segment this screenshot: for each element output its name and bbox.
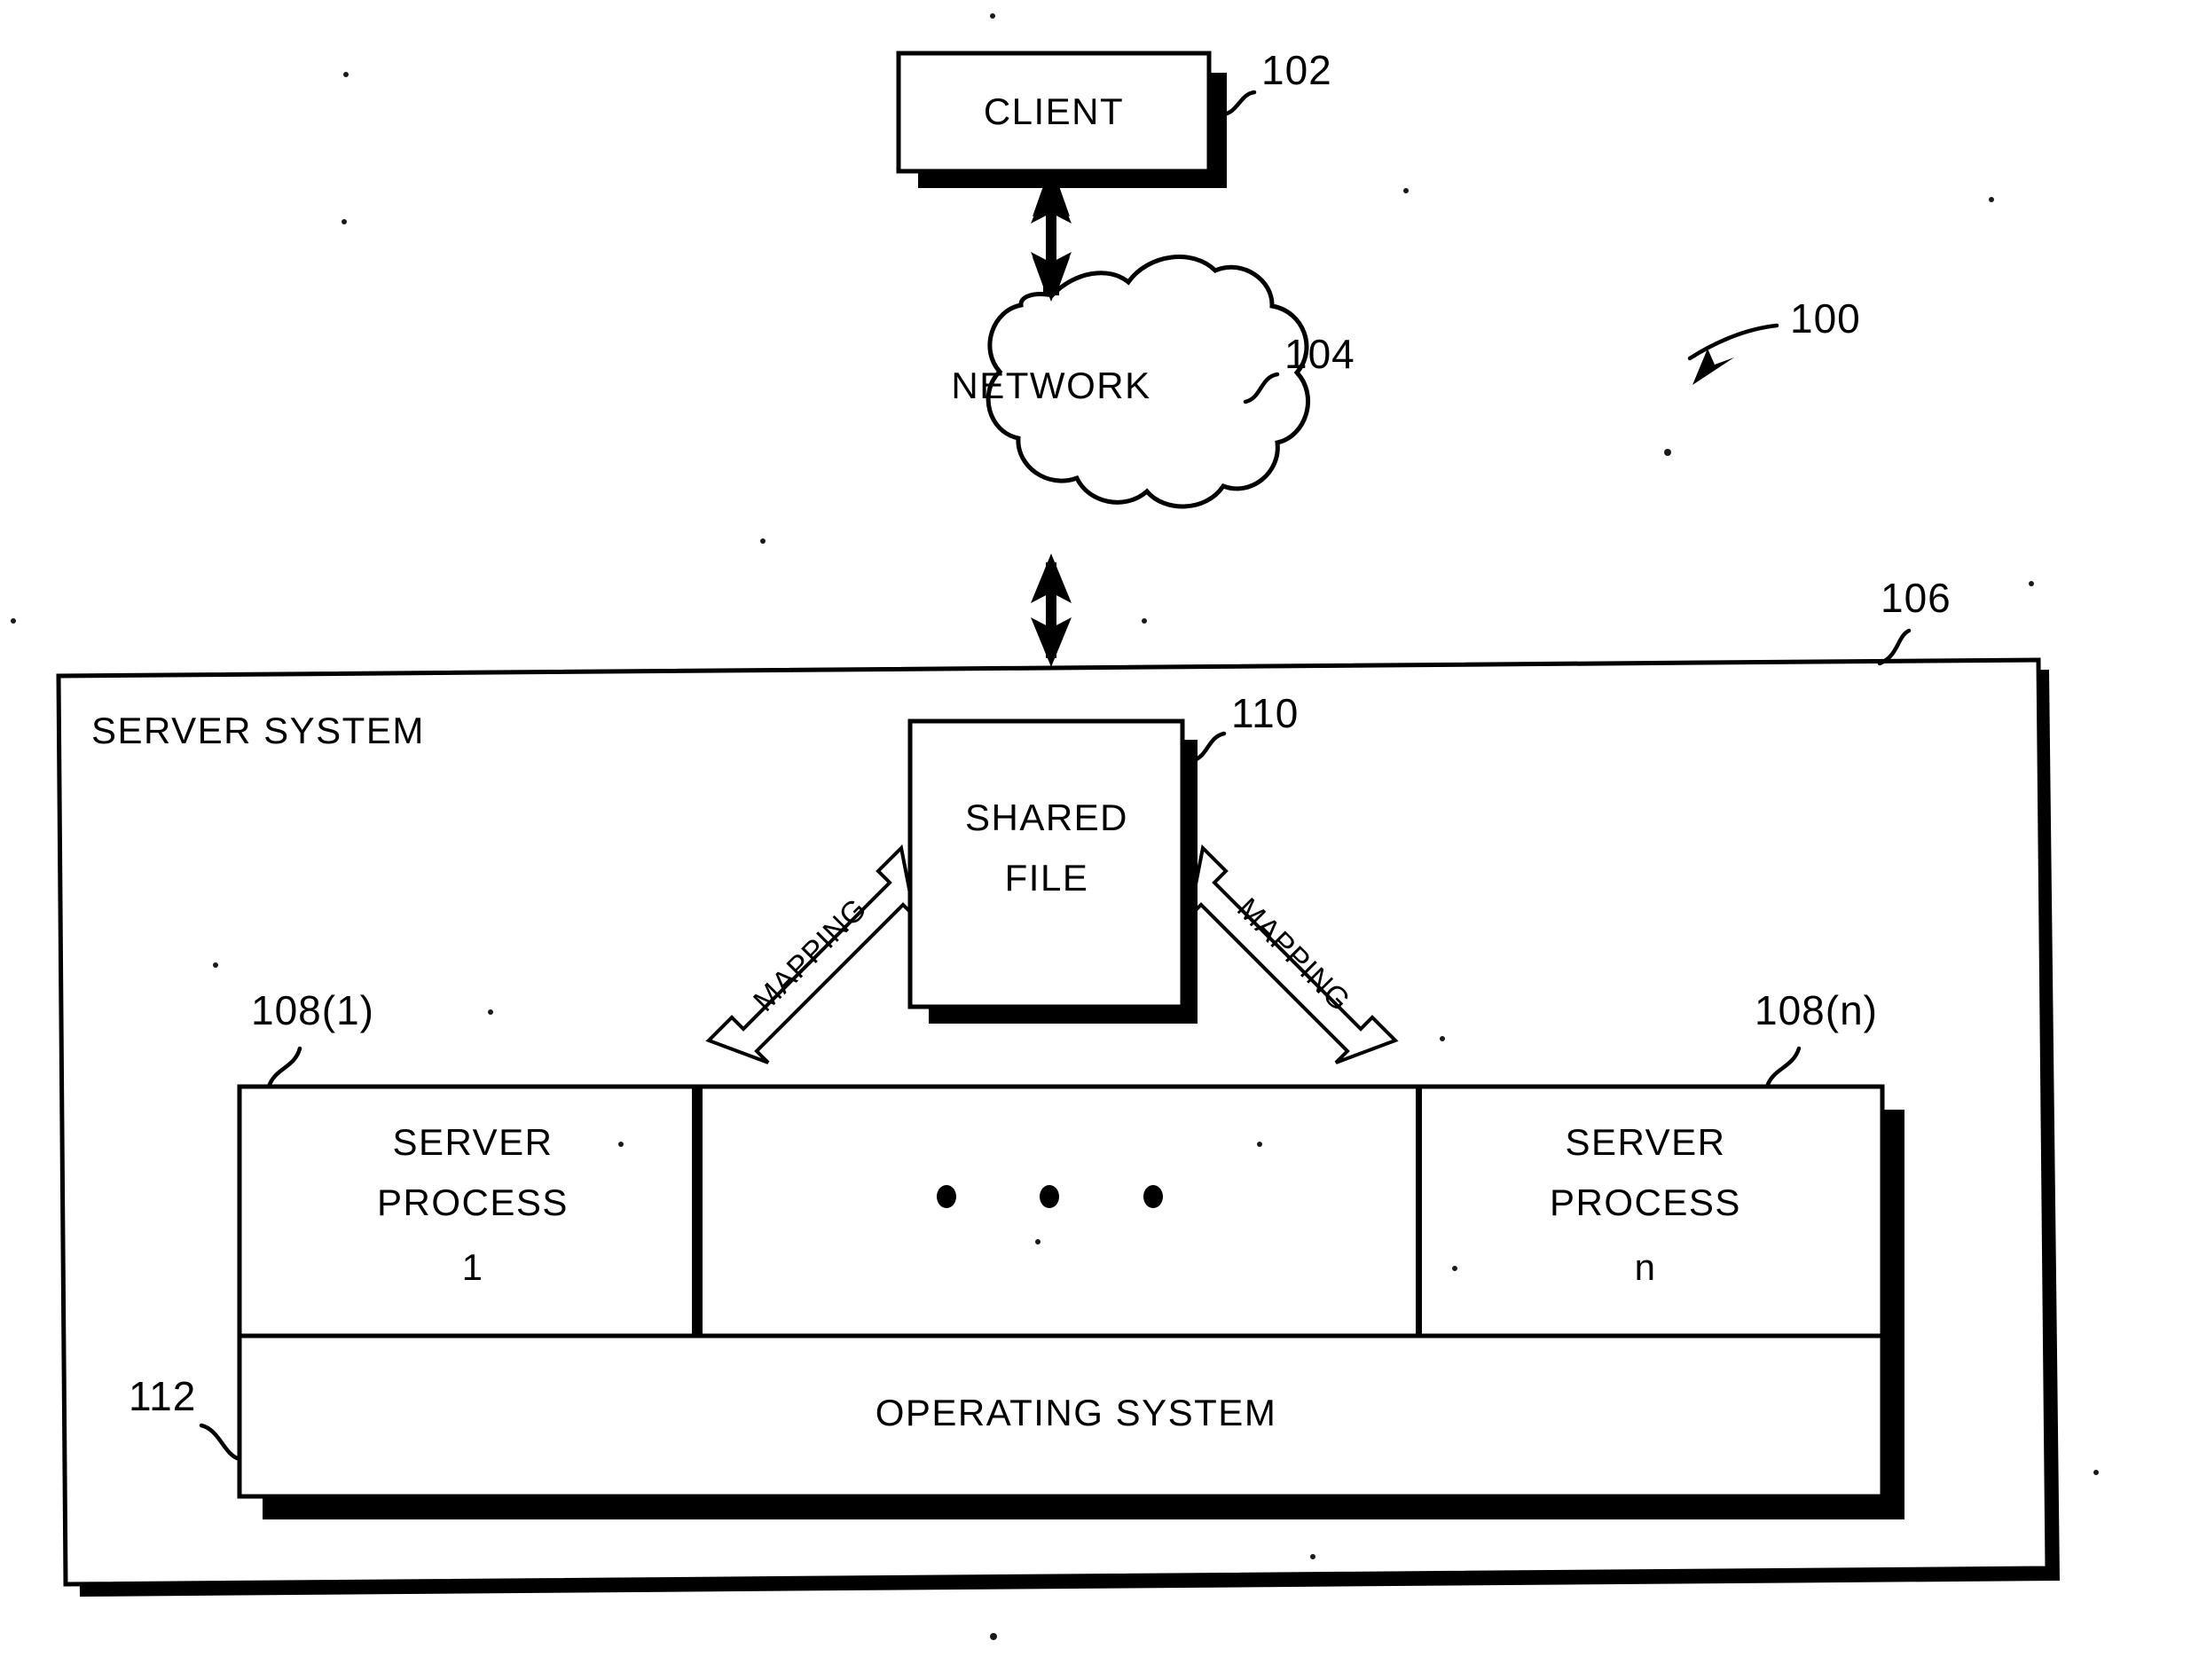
server-system-ref-leader <box>1877 628 1912 666</box>
network-node: NETWORK 104 <box>951 255 1355 509</box>
speck <box>1989 197 1994 202</box>
speck <box>618 1142 624 1147</box>
server-process-first-label-line3: 1 <box>462 1246 484 1288</box>
server-process-last-ref-number: 108(n) <box>1755 987 1878 1033</box>
client-label: CLIENT <box>984 90 1124 132</box>
ellipsis-dot-2 <box>1040 1185 1059 1208</box>
server-process-first-label-line1: SERVER <box>393 1121 554 1163</box>
operating-system-label: OPERATING SYSTEM <box>876 1392 1277 1433</box>
client-ref-number: 102 <box>1261 47 1332 93</box>
speck <box>343 72 349 77</box>
server-system-ref-number: 106 <box>1881 575 1951 621</box>
speck <box>760 538 766 544</box>
speck <box>1257 1142 1262 1147</box>
figure-ref-number: 100 <box>1790 295 1861 341</box>
ellipsis-dot-1 <box>937 1185 956 1208</box>
speck <box>11 618 16 624</box>
system-architecture-diagram: CLIENT 102 NETWORK 104 100 SERVER SYSTEM… <box>11 13 2099 1640</box>
server-process-first-right-edge <box>692 1087 703 1336</box>
figure-ref-callout: 100 <box>1687 295 1861 385</box>
server-process-last-left-edge <box>1416 1087 1422 1336</box>
server-system-label: SERVER SYSTEM <box>91 710 425 751</box>
network-ref-leader <box>1243 372 1280 404</box>
speck <box>1142 618 1147 624</box>
speck <box>990 13 995 19</box>
server-process-last-label-line3: n <box>1635 1246 1657 1288</box>
server-process-last-label-line1: SERVER <box>1566 1121 1726 1163</box>
speck <box>990 1633 997 1640</box>
patent-figure-canvas: CLIENT 102 NETWORK 104 100 SERVER SYSTEM… <box>0 0 2191 1680</box>
client-ref-leader <box>1220 90 1257 117</box>
network-ref-number: 104 <box>1284 331 1355 377</box>
speck <box>2093 1470 2099 1475</box>
client-node: CLIENT 102 <box>896 47 1332 188</box>
speck <box>1403 188 1409 193</box>
ellipsis-dot-3 <box>1143 1185 1163 1208</box>
speck <box>1310 1554 1315 1559</box>
network-server-connector <box>1031 553 1072 667</box>
speck <box>1035 1239 1041 1244</box>
shared-file-label-line2: FILE <box>1005 857 1089 899</box>
network-label: NETWORK <box>951 365 1150 406</box>
operating-system-ref-number: 112 <box>129 1373 196 1419</box>
server-process-first-label-line2: PROCESS <box>377 1181 569 1223</box>
shared-file-label-line1: SHARED <box>965 797 1128 838</box>
speck <box>1664 449 1671 456</box>
speck <box>2029 581 2034 586</box>
speck <box>342 219 347 224</box>
shared-file-ref-number: 110 <box>1231 690 1299 736</box>
server-process-last-label-line2: PROCESS <box>1550 1181 1741 1223</box>
speck <box>1440 1036 1445 1041</box>
speck <box>213 962 218 968</box>
server-process-first-ref-number: 108(1) <box>251 987 374 1033</box>
speck <box>1452 1266 1457 1271</box>
figure-ref-curve <box>1687 323 1779 361</box>
speck <box>488 1009 493 1015</box>
